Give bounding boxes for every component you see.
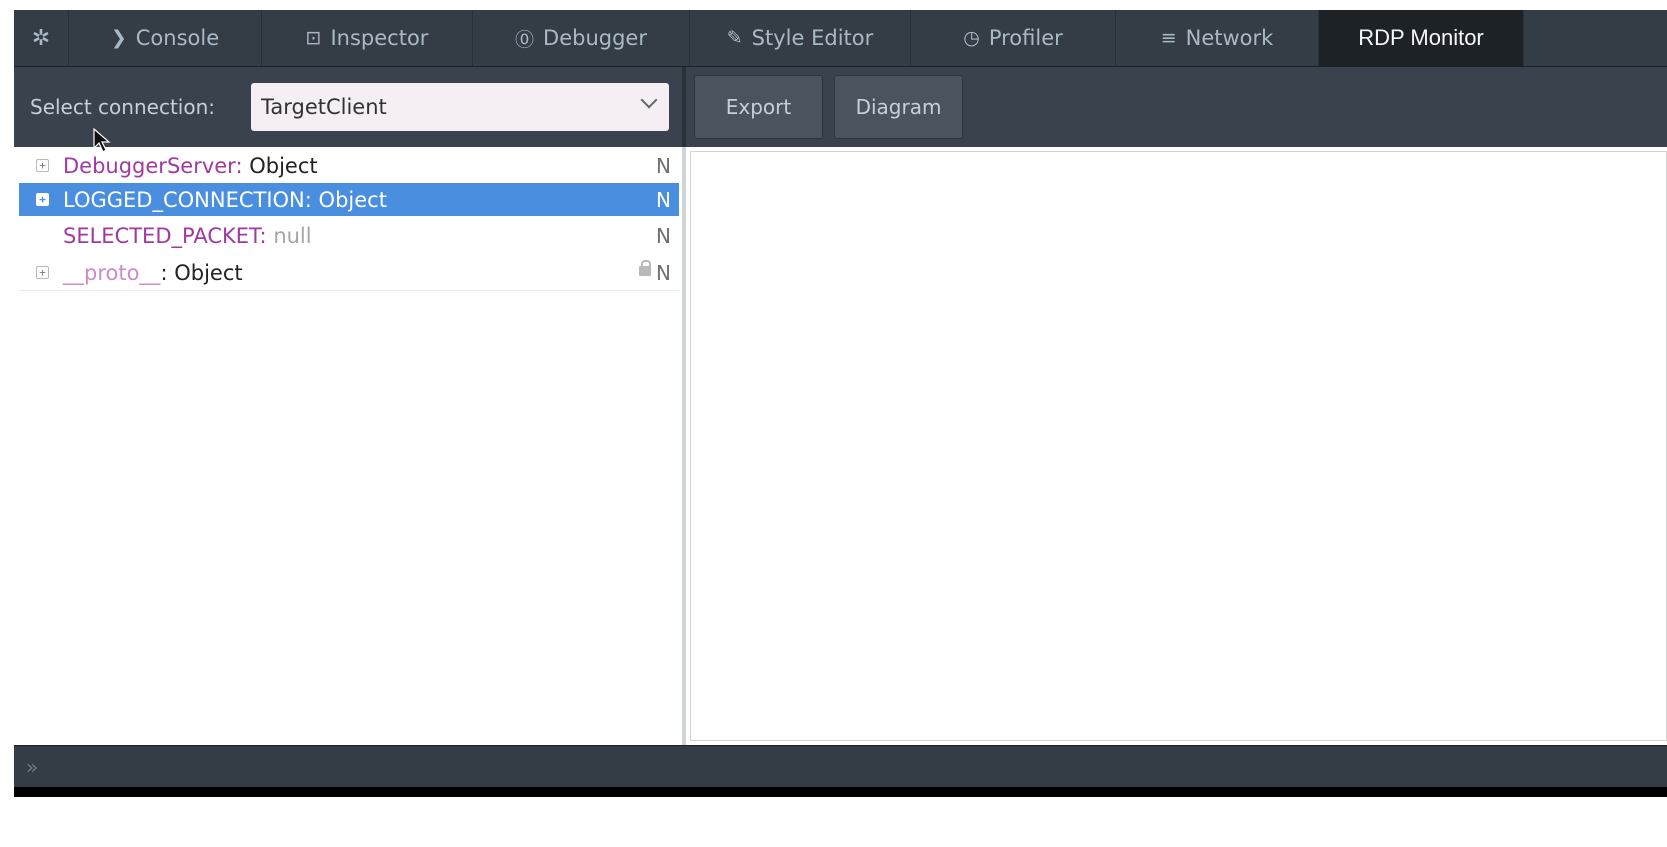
connection-select[interactable]: TargetClient — [251, 83, 669, 131]
tab-debugger[interactable]: ⓪ Debugger — [473, 10, 690, 66]
tab-console[interactable]: ❯ Console — [69, 10, 262, 66]
split-console-bar[interactable]: » — [14, 745, 1667, 788]
tab-label: Debugger — [543, 26, 647, 50]
property-value: Object — [249, 153, 318, 178]
tab-label: Console — [135, 26, 220, 50]
property-value: Object — [318, 187, 387, 212]
expand-twisty-icon[interactable]: + — [36, 159, 49, 172]
property-name: __proto__: Object — [63, 260, 243, 285]
tab-network[interactable]: ≡ Network — [1116, 10, 1319, 66]
property-flag: N — [656, 260, 671, 285]
pane-splitter[interactable] — [682, 147, 686, 745]
tab-label: Inspector — [330, 26, 429, 50]
connection-toolbar: Select connection: TargetClient — [14, 67, 686, 147]
diagram-pane — [690, 151, 1667, 741]
window-bottom-edge — [14, 787, 1667, 797]
toolbox-tabbar: ✲ ❯ Console ⊡ Inspector ⓪ Debugger ✎ Sty… — [14, 10, 1667, 67]
tab-label: Profiler — [988, 26, 1063, 50]
variables-tree: + DebuggerServer: Object N + LOGGED_CONN… — [14, 147, 682, 745]
network-icon: ≡ — [1160, 27, 1177, 49]
console-prompt-icon: » — [26, 755, 39, 779]
connection-select-value: TargetClient — [261, 95, 387, 119]
lock-icon — [639, 260, 651, 276]
tree-row-logged-connection[interactable]: + LOGGED_CONNECTION: Object N — [19, 183, 679, 216]
chevron-right-icon: ❯ — [110, 27, 127, 49]
tab-style-editor[interactable]: ✎ Style Editor — [690, 10, 911, 66]
devtools-window: ✲ ❯ Console ⊡ Inspector ⓪ Debugger ✎ Sty… — [14, 10, 1667, 797]
property-flag: N — [656, 223, 671, 248]
mouse-cursor-icon — [93, 128, 111, 153]
property-value: Object — [174, 260, 243, 285]
settings-gear-icon[interactable]: ✲ — [14, 10, 69, 66]
property-value: null — [273, 223, 312, 248]
property-flag: N — [656, 153, 671, 178]
packet-toolbar: Export Diagram — [686, 67, 1667, 147]
pencil-square-icon: ✎ — [726, 27, 743, 49]
tree-row-selected-packet[interactable]: SELECTED_PACKET: null N — [19, 219, 679, 252]
tab-label: Network — [1185, 26, 1274, 50]
tab-label: RDP Monitor — [1358, 25, 1484, 50]
property-name: DebuggerServer: Object — [63, 153, 318, 178]
chevron-down-icon — [640, 91, 658, 109]
tab-profiler[interactable]: ◷ Profiler — [911, 10, 1116, 66]
clock-icon: ◷ — [963, 27, 980, 49]
tab-inspector[interactable]: ⊡ Inspector — [262, 10, 473, 66]
inspector-icon: ⊡ — [305, 27, 322, 49]
property-name: SELECTED_PACKET: null — [63, 223, 312, 248]
pause-circle-icon: ⓪ — [515, 28, 535, 51]
tree-row-proto[interactable]: + __proto__: Object N — [19, 256, 679, 289]
tab-rdp-monitor[interactable]: RDP Monitor — [1319, 10, 1524, 66]
export-button[interactable]: Export — [694, 75, 823, 139]
select-connection-label: Select connection: — [30, 95, 215, 119]
property-name: LOGGED_CONNECTION: Object — [63, 187, 387, 212]
tree-divider — [19, 290, 679, 291]
property-flag: N — [656, 187, 671, 212]
tree-row-debugger-server[interactable]: + DebuggerServer: Object N — [19, 149, 679, 182]
diagram-button[interactable]: Diagram — [834, 75, 963, 139]
expand-twisty-icon[interactable]: + — [36, 266, 49, 279]
tab-label: Style Editor — [751, 26, 874, 50]
expand-twisty-icon[interactable]: + — [36, 193, 49, 206]
